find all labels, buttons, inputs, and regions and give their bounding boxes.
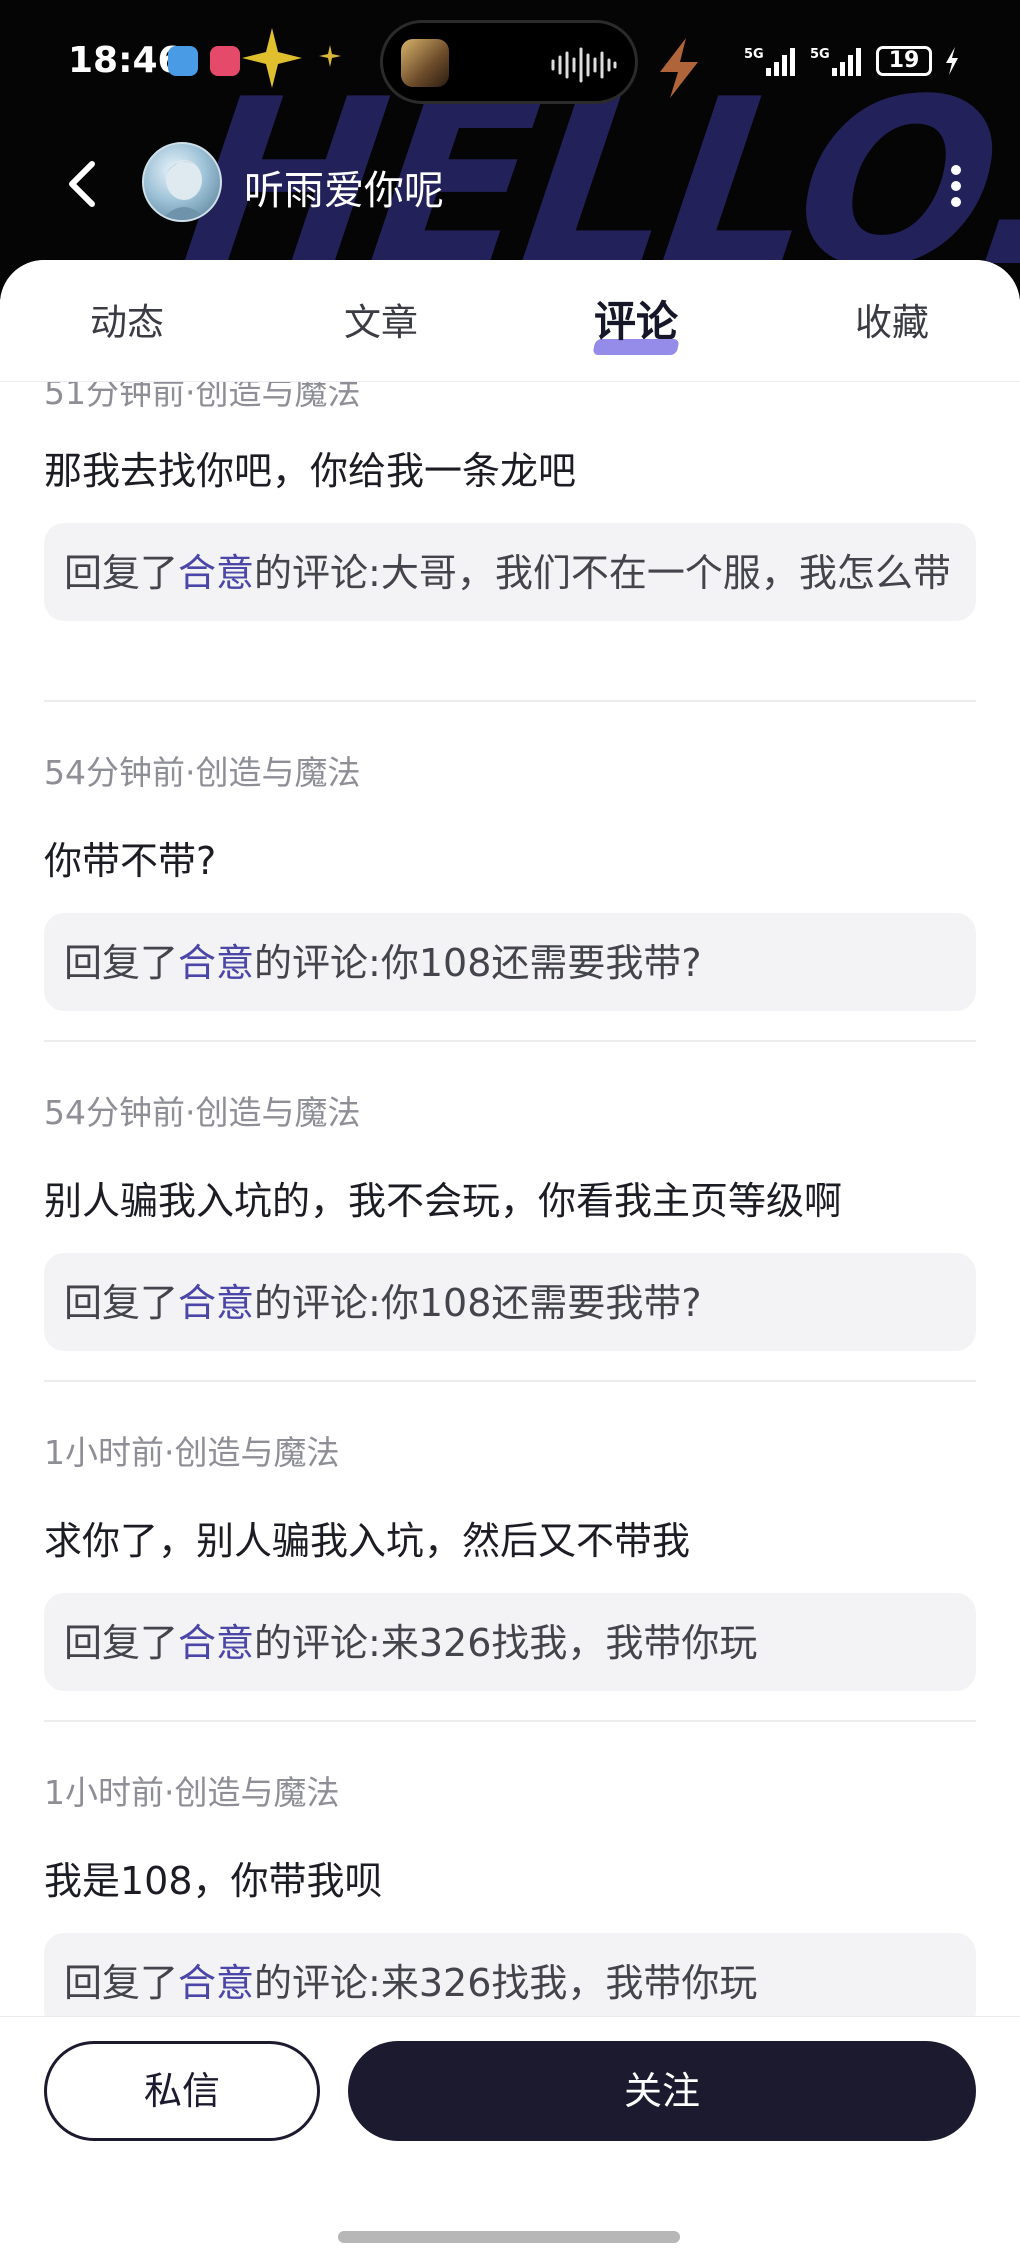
status-time: 18:46 [68,40,183,81]
status-bar: 18:46 5G 5G 19 [0,0,1020,124]
tab-activity[interactable]: 动态 [90,292,164,346]
reply-quote[interactable]: 回复了合意的评论:大哥，我们不在一个服，我怎么带 [44,523,976,621]
reply-text: 大哥，我们不在一个服，我怎么带 [380,551,951,595]
reply-mid: 的评论: [254,1621,381,1665]
reply-quote[interactable]: 回复了合意的评论:来326找我，我带你玩 [44,1593,976,1691]
bottom-action-bar: 私信 关注 [0,2016,1020,2264]
list-item[interactable]: 1小时前·创造与魔法 我是108，你带我呗 回复了合意的评论:来326找我，我带… [44,1766,976,2031]
comment-meta: 54分钟前·创造与魔法 [44,1093,361,1132]
reply-quote[interactable]: 回复了合意的评论:你108还需要我带? [44,1253,976,1351]
game-app-icon [210,46,240,76]
divider [44,1040,976,1042]
audio-wave-icon [551,47,617,83]
tab-articles-label: 文章 [344,301,418,344]
reply-prefix: 回复了 [64,551,179,595]
signal-5g-icon: 5G [744,47,795,76]
home-indicator[interactable] [338,2231,680,2243]
divider [44,700,976,702]
content-sheet: 动态 文章 评论 收藏 51分钟前·创造与魔法 那我去找你吧，你给我一条龙吧 回… [0,260,1020,2264]
list-item[interactable]: 54分钟前·创造与魔法 你带不带? 回复了合意的评论:你108还需要我带? [44,746,976,1011]
comment-list: 51分钟前·创造与魔法 那我去找你吧，你给我一条龙吧 回复了合意的评论:大哥，我… [0,382,1020,2264]
comment-meta: 51分钟前·创造与魔法 [44,382,361,412]
tab-favorites-label: 收藏 [855,301,929,344]
reply-prefix: 回复了 [64,1281,179,1325]
reply-text: 来326找我，我带你玩 [380,1961,758,2005]
reply-prefix: 回复了 [64,1621,179,1665]
divider [44,1720,976,1722]
weather-app-icon [168,46,198,76]
reply-user-link[interactable]: 合意 [178,551,254,595]
list-item[interactable]: 1小时前·创造与魔法 求你了，别人骗我入坑，然后又不带我 回复了合意的评论:来3… [44,1426,976,1691]
tab-favorites[interactable]: 收藏 [855,292,929,346]
tab-bar: 动态 文章 评论 收藏 [0,260,1020,382]
tab-articles[interactable]: 文章 [344,292,418,346]
comment-content: 你带不带? [44,839,217,883]
reply-prefix: 回复了 [64,1961,179,2005]
top-nav: 听雨爱你呢 [0,130,1020,240]
system-icons: 5G 5G 19 [744,44,960,78]
profile-header: HELLO. 18:46 5G 5G 19 听雨爱你呢 [0,0,1020,300]
reply-user-link[interactable]: 合意 [178,1621,254,1665]
svg-text:5G: 5G [744,47,764,62]
avatar-image [161,160,207,220]
comment-content: 求你了，别人骗我入坑，然后又不带我 [44,1519,691,1563]
dynamic-island[interactable] [380,20,638,104]
reply-user-link[interactable]: 合意 [178,1281,254,1325]
comment-content: 别人骗我入坑的，我不会玩，你看我主页等级啊 [44,1179,843,1223]
list-item[interactable]: 54分钟前·创造与魔法 别人骗我入坑的，我不会玩，你看我主页等级啊 回复了合意的… [44,1086,976,1351]
comment-meta: 54分钟前·创造与魔法 [44,753,361,792]
avatar[interactable] [142,142,222,222]
comment-meta: 1小时前·创造与魔法 [44,1433,340,1472]
reply-mid: 的评论: [254,941,381,985]
media-thumbnail [401,39,449,87]
tab-comments[interactable]: 评论 [592,288,680,355]
charging-icon [946,47,958,75]
reply-quote[interactable]: 回复了合意的评论:你108还需要我带? [44,913,976,1011]
message-button[interactable]: 私信 [44,2041,320,2141]
reply-text: 来326找我，我带你玩 [380,1621,758,1665]
divider [44,1380,976,1382]
tab-activity-label: 动态 [90,301,164,344]
reply-text: 你108还需要我带? [380,1281,702,1325]
reply-mid: 的评论: [254,1281,381,1325]
follow-button[interactable]: 关注 [348,2041,976,2141]
list-item[interactable]: 51分钟前·创造与魔法 那我去找你吧，你给我一条龙吧 回复了合意的评论:大哥，我… [44,382,976,621]
svg-text:5G: 5G [810,47,830,62]
comment-content: 那我去找你吧，你给我一条龙吧 [44,449,577,493]
reply-prefix: 回复了 [64,941,179,985]
reply-mid: 的评论: [254,551,381,595]
reply-user-link[interactable]: 合意 [178,941,254,985]
comment-content: 我是108，你带我呗 [44,1859,383,1903]
profile-username: 听雨爱你呢 [244,168,444,214]
battery-indicator: 19 [876,46,932,76]
chevron-left-icon[interactable] [58,152,108,216]
signal-5g-icon-2: 5G [810,47,861,76]
comment-meta: 1小时前·创造与魔法 [44,1773,340,1812]
reply-user-link[interactable]: 合意 [178,1961,254,2005]
more-vertical-icon[interactable] [936,154,976,218]
reply-text: 你108还需要我带? [380,941,702,985]
tab-comments-label: 评论 [594,297,679,346]
reply-mid: 的评论: [254,1961,381,2005]
